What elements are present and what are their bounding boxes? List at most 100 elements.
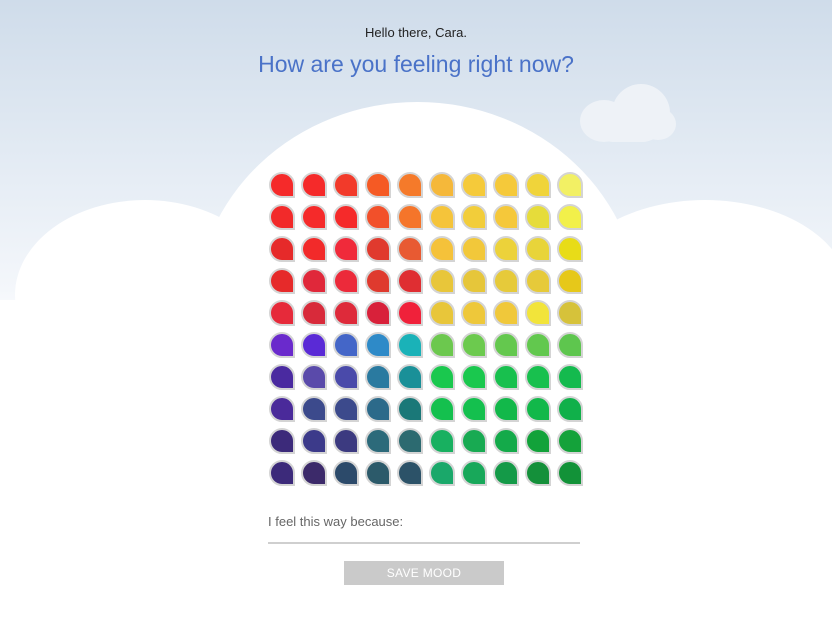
mood-option-r3-c1[interactable] xyxy=(269,236,295,262)
mood-option-r5-c3[interactable] xyxy=(333,300,359,326)
mood-option-r3-c10[interactable] xyxy=(557,236,583,262)
mood-option-r6-c5[interactable] xyxy=(397,332,423,358)
mood-option-r10-c6[interactable] xyxy=(429,460,455,486)
mood-option-r9-c2[interactable] xyxy=(301,428,327,454)
mood-option-r6-c7[interactable] xyxy=(461,332,487,358)
mood-option-r6-c8[interactable] xyxy=(493,332,519,358)
mood-option-r9-c1[interactable] xyxy=(269,428,295,454)
mood-option-r4-c8[interactable] xyxy=(493,268,519,294)
mood-option-r3-c7[interactable] xyxy=(461,236,487,262)
mood-option-r9-c6[interactable] xyxy=(429,428,455,454)
mood-option-r3-c4[interactable] xyxy=(365,236,391,262)
mood-option-r1-c1[interactable] xyxy=(269,172,295,198)
mood-option-r6-c10[interactable] xyxy=(557,332,583,358)
mood-option-r4-c10[interactable] xyxy=(557,268,583,294)
mood-option-r7-c5[interactable] xyxy=(397,364,423,390)
mood-option-r8-c6[interactable] xyxy=(429,396,455,422)
mood-option-r10-c8[interactable] xyxy=(493,460,519,486)
mood-option-r1-c7[interactable] xyxy=(461,172,487,198)
mood-option-r5-c2[interactable] xyxy=(301,300,327,326)
mood-option-r6-c3[interactable] xyxy=(333,332,359,358)
mood-option-r3-c5[interactable] xyxy=(397,236,423,262)
mood-option-r1-c8[interactable] xyxy=(493,172,519,198)
mood-option-r9-c3[interactable] xyxy=(333,428,359,454)
mood-option-r6-c4[interactable] xyxy=(365,332,391,358)
mood-option-r2-c8[interactable] xyxy=(493,204,519,230)
mood-option-r10-c2[interactable] xyxy=(301,460,327,486)
mood-option-r1-c5[interactable] xyxy=(397,172,423,198)
mood-option-r8-c8[interactable] xyxy=(493,396,519,422)
mood-option-r6-c2[interactable] xyxy=(301,332,327,358)
mood-option-r1-c9[interactable] xyxy=(525,172,551,198)
mood-option-r10-c4[interactable] xyxy=(365,460,391,486)
reason-input[interactable] xyxy=(268,528,580,544)
mood-option-r2-c6[interactable] xyxy=(429,204,455,230)
mood-option-r10-c1[interactable] xyxy=(269,460,295,486)
mood-option-r3-c8[interactable] xyxy=(493,236,519,262)
save-mood-button[interactable]: SAVE MOOD xyxy=(344,561,504,585)
mood-option-r4-c6[interactable] xyxy=(429,268,455,294)
mood-option-r6-c1[interactable] xyxy=(269,332,295,358)
mood-option-r10-c5[interactable] xyxy=(397,460,423,486)
mood-option-r5-c7[interactable] xyxy=(461,300,487,326)
mood-option-r10-c9[interactable] xyxy=(525,460,551,486)
mood-option-r9-c5[interactable] xyxy=(397,428,423,454)
mood-option-r4-c1[interactable] xyxy=(269,268,295,294)
mood-option-r7-c4[interactable] xyxy=(365,364,391,390)
mood-option-r1-c3[interactable] xyxy=(333,172,359,198)
mood-option-r8-c1[interactable] xyxy=(269,396,295,422)
mood-option-r10-c10[interactable] xyxy=(557,460,583,486)
mood-option-r10-c3[interactable] xyxy=(333,460,359,486)
mood-option-r10-c7[interactable] xyxy=(461,460,487,486)
mood-option-r5-c9[interactable] xyxy=(525,300,551,326)
mood-option-r8-c4[interactable] xyxy=(365,396,391,422)
mood-option-r4-c9[interactable] xyxy=(525,268,551,294)
mood-option-r4-c4[interactable] xyxy=(365,268,391,294)
mood-option-r1-c6[interactable] xyxy=(429,172,455,198)
mood-option-r6-c9[interactable] xyxy=(525,332,551,358)
mood-option-r9-c8[interactable] xyxy=(493,428,519,454)
mood-option-r8-c2[interactable] xyxy=(301,396,327,422)
mood-option-r7-c9[interactable] xyxy=(525,364,551,390)
mood-option-r7-c1[interactable] xyxy=(269,364,295,390)
mood-option-r7-c2[interactable] xyxy=(301,364,327,390)
mood-option-r7-c7[interactable] xyxy=(461,364,487,390)
mood-option-r5-c10[interactable] xyxy=(557,300,583,326)
mood-option-r7-c8[interactable] xyxy=(493,364,519,390)
mood-option-r3-c2[interactable] xyxy=(301,236,327,262)
mood-option-r7-c3[interactable] xyxy=(333,364,359,390)
mood-option-r5-c4[interactable] xyxy=(365,300,391,326)
mood-option-r8-c3[interactable] xyxy=(333,396,359,422)
mood-option-r5-c5[interactable] xyxy=(397,300,423,326)
mood-option-r9-c7[interactable] xyxy=(461,428,487,454)
mood-option-r2-c10[interactable] xyxy=(557,204,583,230)
mood-option-r5-c1[interactable] xyxy=(269,300,295,326)
mood-option-r2-c4[interactable] xyxy=(365,204,391,230)
mood-option-r2-c7[interactable] xyxy=(461,204,487,230)
mood-option-r9-c4[interactable] xyxy=(365,428,391,454)
mood-option-r1-c10[interactable] xyxy=(557,172,583,198)
mood-option-r2-c2[interactable] xyxy=(301,204,327,230)
mood-option-r4-c7[interactable] xyxy=(461,268,487,294)
mood-option-r5-c8[interactable] xyxy=(493,300,519,326)
mood-option-r9-c9[interactable] xyxy=(525,428,551,454)
mood-option-r7-c10[interactable] xyxy=(557,364,583,390)
mood-option-r1-c2[interactable] xyxy=(301,172,327,198)
mood-option-r8-c7[interactable] xyxy=(461,396,487,422)
mood-option-r2-c3[interactable] xyxy=(333,204,359,230)
mood-option-r8-c5[interactable] xyxy=(397,396,423,422)
mood-option-r8-c9[interactable] xyxy=(525,396,551,422)
mood-option-r1-c4[interactable] xyxy=(365,172,391,198)
mood-option-r2-c5[interactable] xyxy=(397,204,423,230)
mood-option-r2-c9[interactable] xyxy=(525,204,551,230)
mood-option-r3-c9[interactable] xyxy=(525,236,551,262)
mood-option-r4-c5[interactable] xyxy=(397,268,423,294)
mood-option-r3-c3[interactable] xyxy=(333,236,359,262)
mood-option-r4-c2[interactable] xyxy=(301,268,327,294)
mood-option-r3-c6[interactable] xyxy=(429,236,455,262)
mood-option-r6-c6[interactable] xyxy=(429,332,455,358)
mood-option-r8-c10[interactable] xyxy=(557,396,583,422)
mood-option-r2-c1[interactable] xyxy=(269,204,295,230)
mood-option-r7-c6[interactable] xyxy=(429,364,455,390)
mood-option-r5-c6[interactable] xyxy=(429,300,455,326)
